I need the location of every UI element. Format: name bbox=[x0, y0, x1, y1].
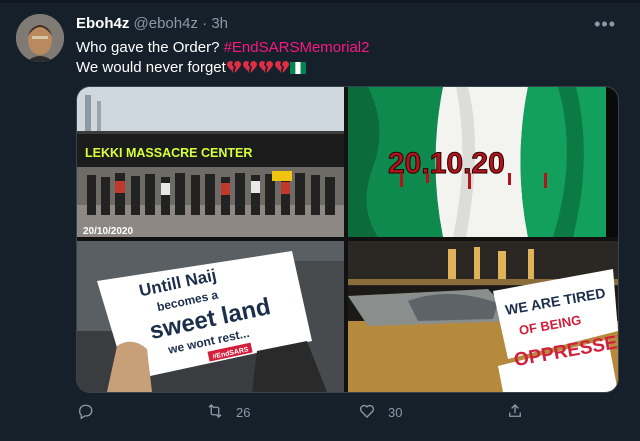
tweet-header: Eboh4z @eboh4z · 3h bbox=[76, 15, 228, 33]
separator-dot: · bbox=[202, 15, 208, 32]
broken-heart-icon bbox=[274, 59, 290, 81]
user-handle[interactable]: @eboh4z bbox=[134, 15, 198, 32]
share-icon bbox=[506, 402, 524, 423]
media-image-lekki-protest[interactable]: LEKKI MASSACRE CENTER 20/10/2020 bbox=[77, 87, 344, 237]
broken-heart-icon bbox=[258, 59, 274, 81]
tweet-card[interactable]: Eboh4z @eboh4z · 3h ••• Who gave the Ord… bbox=[0, 0, 640, 441]
tweet-actions: 26 30 bbox=[76, 402, 536, 424]
reply-button[interactable] bbox=[76, 402, 106, 423]
hashtag-link[interactable]: #EndSARSMemorial2 bbox=[224, 39, 370, 56]
tweet-line-2-text: We would never forget bbox=[76, 59, 226, 76]
protest-sign-image: Untill Naij becomes a sweet land we wont… bbox=[77, 241, 344, 392]
display-name[interactable]: Eboh4z bbox=[76, 15, 129, 32]
broken-heart-icon bbox=[242, 59, 258, 81]
reply-icon bbox=[76, 402, 94, 423]
lekki-date-text: 20/10/2020 bbox=[83, 226, 133, 237]
retweet-button[interactable]: 26 bbox=[206, 402, 250, 423]
tweet-line-1: Who gave the Order? #EndSARSMemorial2 bbox=[76, 38, 616, 58]
media-image-protest-sign[interactable]: Untill Naij becomes a sweet land we wont… bbox=[77, 241, 344, 392]
tweet-line-1-text: Who gave the Order? bbox=[76, 39, 224, 56]
nigeria-flag-icon bbox=[289, 61, 306, 81]
media-image-night-protest[interactable]: WE ARE TIRED OF BEING OPPRESSED bbox=[348, 241, 618, 392]
broken-heart-icon bbox=[226, 59, 242, 81]
like-button[interactable]: 30 bbox=[358, 402, 402, 423]
heart-icon bbox=[358, 402, 376, 423]
lekki-sign-text: LEKKI MASSACRE CENTER bbox=[85, 146, 252, 160]
avatar-image bbox=[16, 14, 64, 62]
avatar[interactable] bbox=[16, 14, 64, 62]
night-protest-image: WE ARE TIRED OF BEING OPPRESSED bbox=[348, 241, 618, 392]
flag-image: 20.10.20 bbox=[348, 87, 618, 237]
tweet-line-2: We would never forget bbox=[76, 58, 616, 81]
media-image-flag[interactable]: 20.10.20 bbox=[348, 87, 618, 237]
retweet-icon bbox=[206, 402, 224, 423]
lekki-protest-image: LEKKI MASSACRE CENTER 20/10/2020 bbox=[77, 87, 344, 237]
media-grid[interactable]: LEKKI MASSACRE CENTER 20/10/2020 20.10.2… bbox=[76, 86, 619, 393]
top-divider bbox=[0, 0, 640, 3]
tweet-text: Who gave the Order? #EndSARSMemorial2 We… bbox=[76, 38, 616, 81]
like-count: 30 bbox=[388, 405, 403, 420]
tweet-time[interactable]: 3h bbox=[211, 15, 228, 32]
share-button[interactable] bbox=[506, 402, 524, 423]
retweet-count: 26 bbox=[236, 405, 251, 420]
flag-date-text: 20.10.20 bbox=[388, 147, 505, 180]
more-options-icon[interactable]: ••• bbox=[594, 14, 616, 35]
